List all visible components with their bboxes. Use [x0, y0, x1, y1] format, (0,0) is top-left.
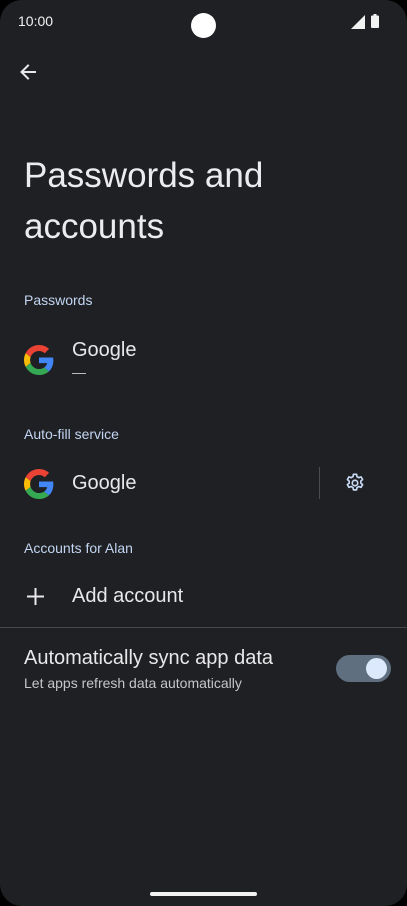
- camera-cutout: [191, 13, 216, 38]
- google-logo-icon: [24, 345, 54, 375]
- gear-icon: [346, 473, 364, 491]
- add-account-button[interactable]: Add account: [0, 572, 407, 622]
- arrow-back-icon: [20, 64, 36, 80]
- signal-icon: [351, 15, 365, 29]
- autofill-service-title: Google: [72, 472, 137, 494]
- plus-icon: [27, 588, 44, 605]
- password-provider-title: Google: [72, 339, 137, 361]
- autofill-service-google[interactable]: Google: [0, 460, 310, 508]
- section-header-autofill: Auto-fill service: [24, 426, 119, 442]
- battery-icon: [371, 14, 379, 28]
- vertical-divider: [319, 467, 320, 499]
- auto-sync-toggle[interactable]: [336, 655, 391, 682]
- toggle-thumb: [366, 658, 387, 679]
- page-title: Passwords and accounts: [24, 156, 264, 246]
- password-provider-google[interactable]: Google —: [0, 330, 407, 390]
- phone-screen: 10:00 Passwords and accounts Passwords G…: [0, 0, 407, 906]
- home-indicator[interactable]: [150, 892, 257, 896]
- password-provider-subtitle: —: [72, 364, 86, 380]
- back-button[interactable]: [10, 54, 46, 90]
- status-bar: 10:00: [0, 0, 407, 44]
- section-header-passwords: Passwords: [24, 292, 93, 308]
- auto-sync-title: Automatically sync app data: [24, 647, 274, 669]
- status-time: 10:00: [18, 13, 54, 29]
- section-divider: [0, 627, 407, 628]
- section-header-accounts: Accounts for Alan: [24, 540, 133, 556]
- add-account-label: Add account: [72, 585, 184, 607]
- auto-sync-subtitle: Let apps refresh data automatically: [24, 675, 242, 691]
- autofill-settings-button[interactable]: [336, 464, 374, 502]
- google-logo-icon: [24, 469, 54, 499]
